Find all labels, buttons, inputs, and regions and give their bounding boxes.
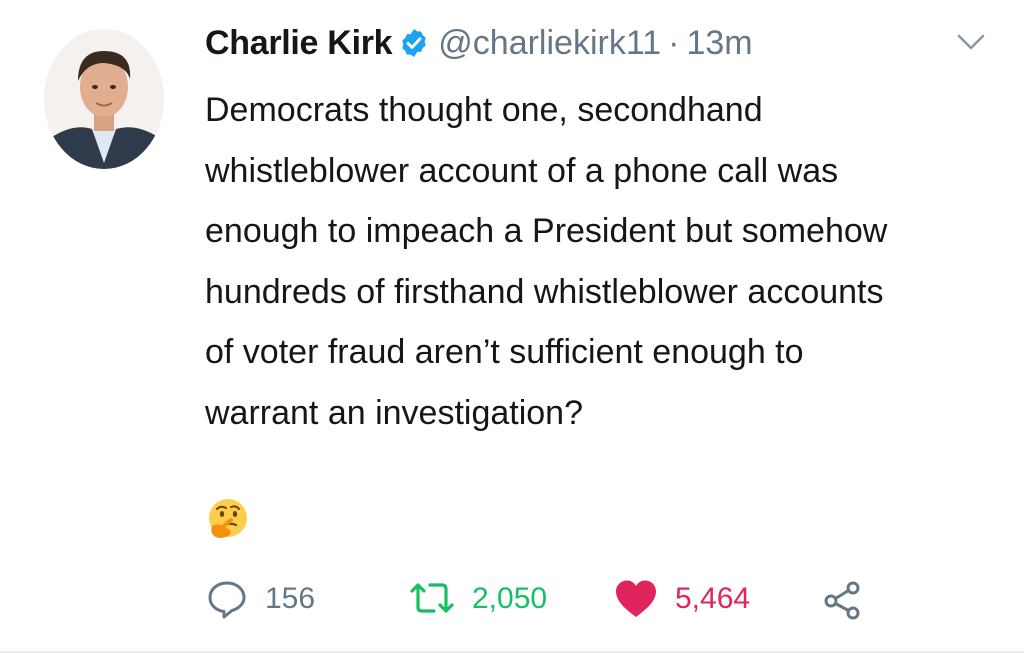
retweet-button[interactable]: 2,050 (408, 576, 547, 622)
tweet-card[interactable]: Charlie Kirk @charliekirk11 · 13m Democr… (0, 0, 1024, 653)
thinking-face-emoji-icon (204, 496, 250, 542)
reply-button[interactable]: 156 (205, 576, 315, 622)
avatar-image (44, 29, 164, 169)
tweet-text-line: whistleblower account of a phone call wa… (205, 151, 839, 190)
heart-icon (616, 580, 656, 617)
reply-icon (208, 581, 246, 619)
share-icon (824, 581, 860, 620)
header-separator: · (668, 23, 680, 62)
like-count: 5,464 (675, 582, 751, 615)
tweet-header: Charlie Kirk @charliekirk11 · 13m (205, 20, 753, 66)
reply-count: 156 (265, 582, 316, 615)
tweet-text-line: of voter fraud aren’t sufficient enough … (205, 333, 804, 371)
verified-badge-icon (398, 27, 430, 59)
tweet-text-line: Democrats thought one, secondhand (205, 91, 763, 129)
like-button[interactable]: 5,464 (613, 576, 750, 622)
author-name[interactable]: Charlie Kirk (205, 24, 393, 63)
author-handle[interactable]: @charliekirk11 (438, 24, 661, 63)
retweet-count: 2,050 (472, 582, 548, 615)
avatar[interactable] (44, 29, 164, 169)
tweet-text-line: enough to impeach a President but someho… (205, 212, 888, 250)
tweet-text-line: warrant an investigation? (205, 393, 584, 432)
chevron-down-icon[interactable] (953, 30, 989, 54)
retweet-icon (410, 583, 454, 613)
tweet-actions: 156 2,050 5,464 (205, 576, 905, 622)
tweet-text-line: hundreds of firsthand whistleblower acco… (205, 272, 884, 311)
tweet-text: Democrats thought one, secondhand whistl… (205, 80, 1005, 443)
timestamp[interactable]: 13m (686, 24, 752, 63)
share-button[interactable] (820, 576, 864, 622)
